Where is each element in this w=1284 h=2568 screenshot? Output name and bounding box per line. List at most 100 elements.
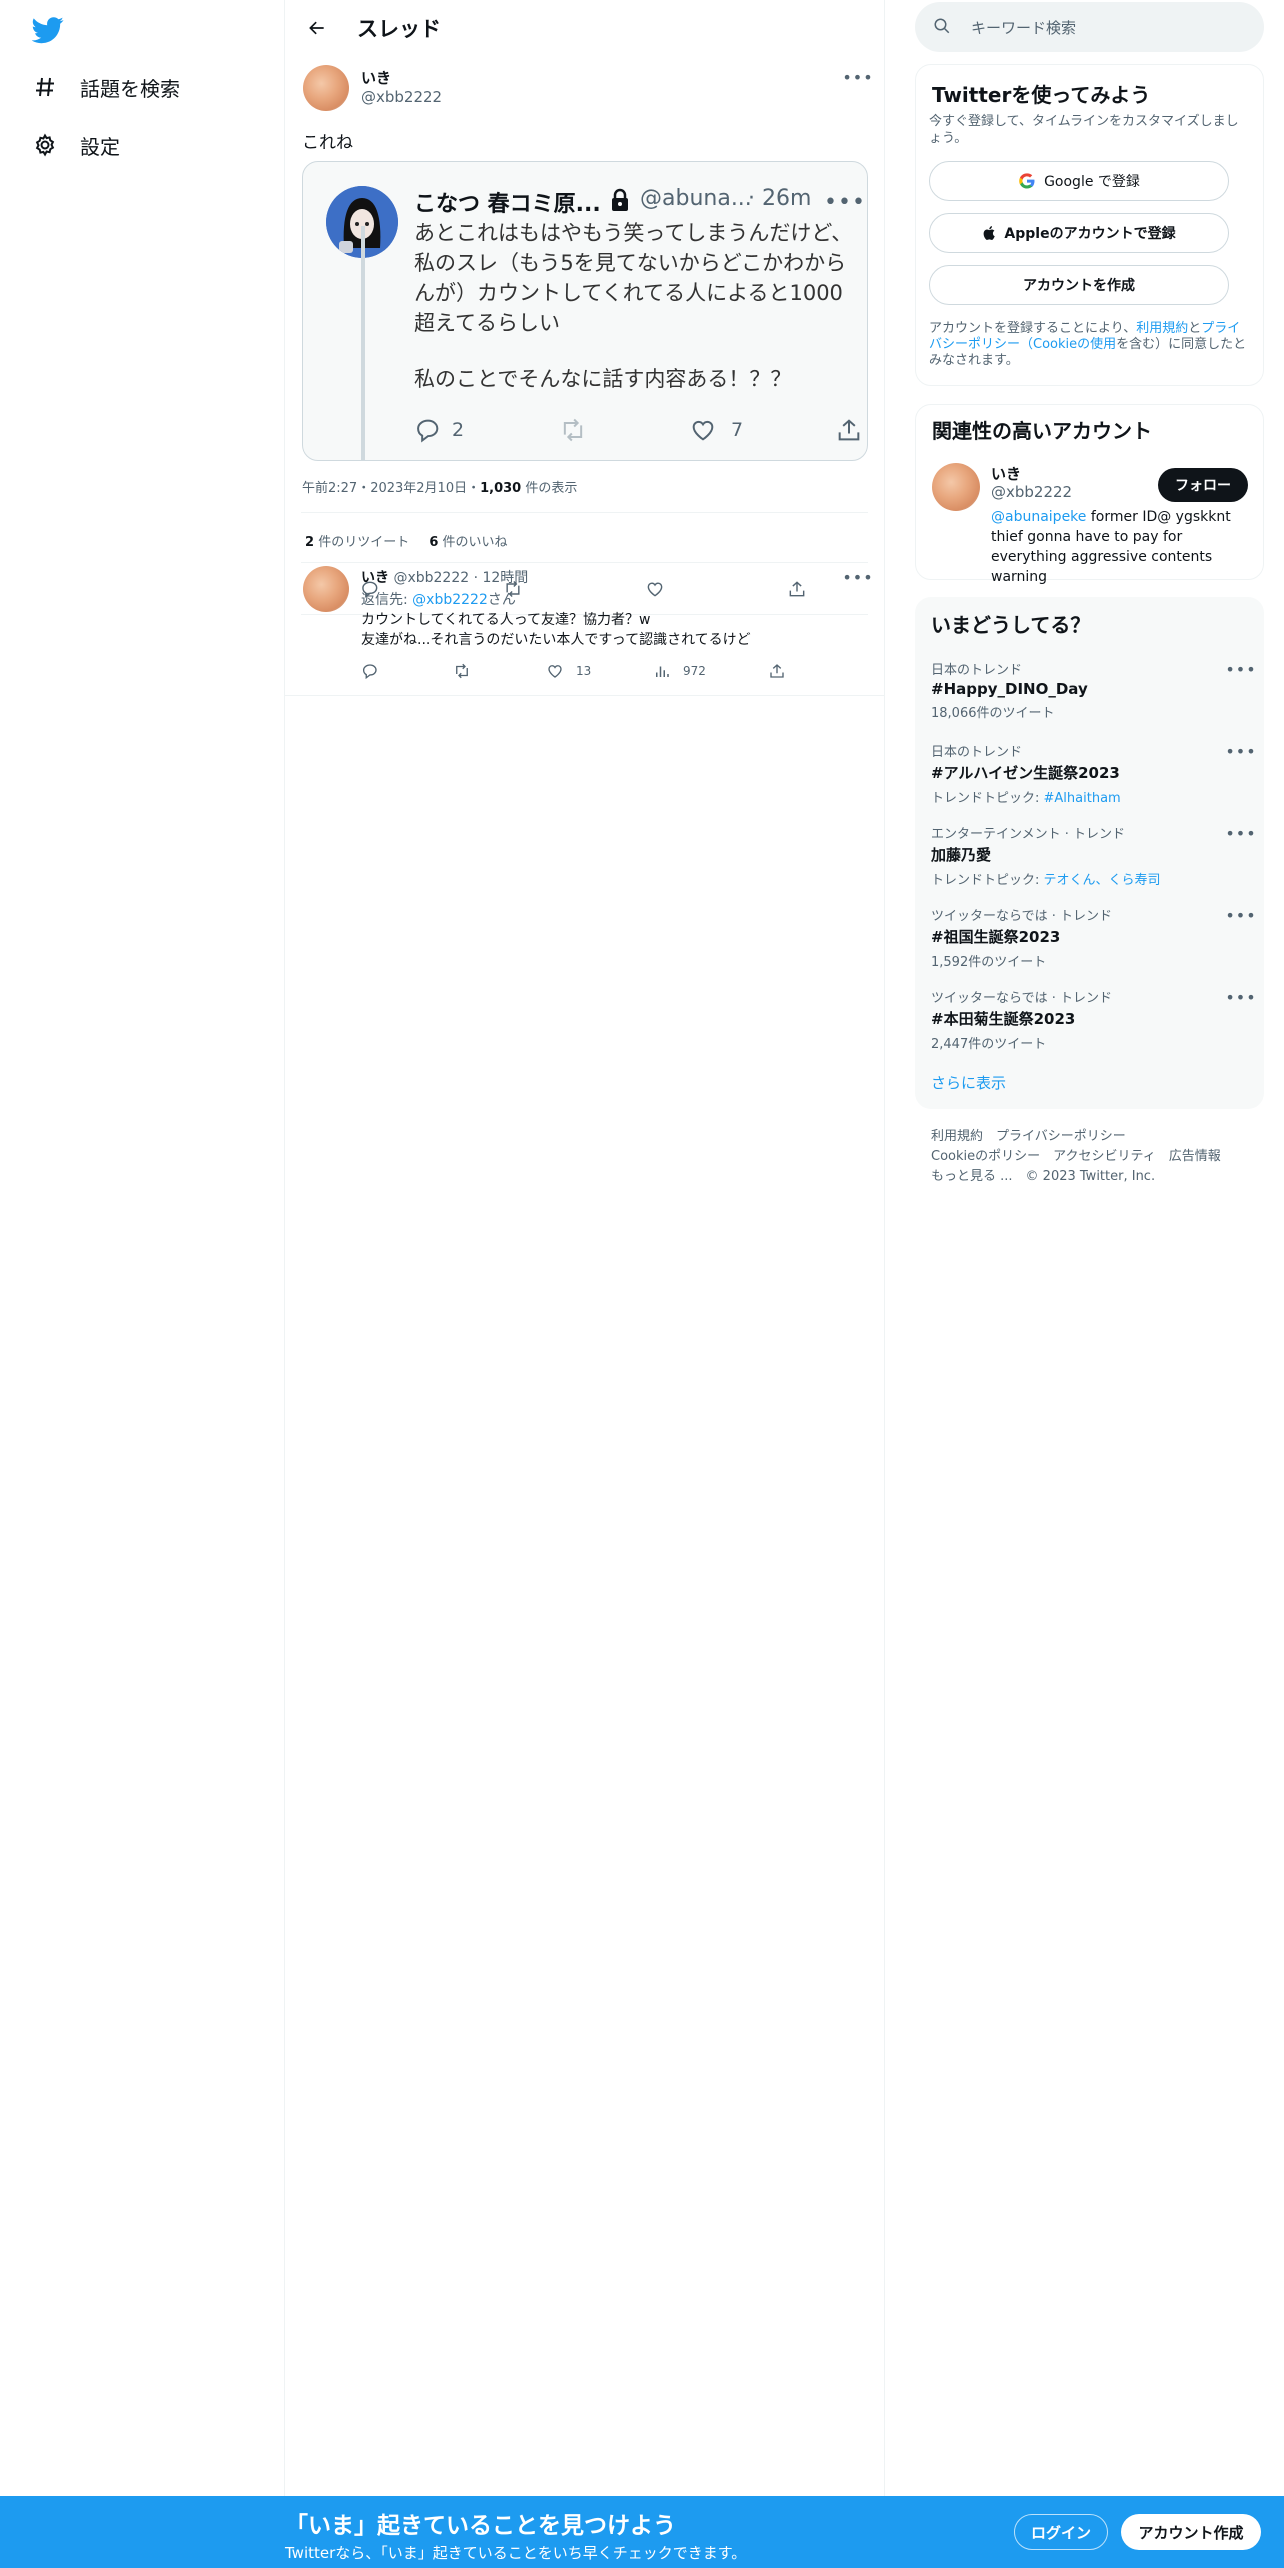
retweets-link[interactable]: 2 件のリツイート [305,535,409,550]
tweet-share-button[interactable] [787,579,807,599]
google-icon [1018,172,1036,190]
quoted-tweet[interactable]: こなつ 春コミ原... @abuna... · 26m ••• あとこれはもはや… [302,161,868,461]
follow-button[interactable]: フォロー [1158,468,1248,502]
trend-item[interactable]: エンターテインメント · トレンド 加藤乃愛 トレンドトピック: テオくん、くら… [931,823,1251,888]
back-button[interactable] [301,12,333,44]
left-nav: 話題を検索 設定 [0,0,285,2568]
reply-time[interactable]: · 12時間 [474,570,529,586]
tweet-author-handle[interactable]: @xbb2222 [361,88,442,106]
tweet-views: 1,030 [480,481,522,496]
quoted-time[interactable]: · 26m [748,186,811,211]
terms-text-b: と [1188,321,1202,336]
reply-share-button[interactable] [768,662,786,680]
quoted-more-icon[interactable]: ••• [824,190,865,215]
quoted-author-handle[interactable]: @abuna... [640,186,752,211]
likes-link[interactable]: 6 件のいいね [429,535,507,550]
follow-label: フォロー [1175,478,1231,494]
reply-avatar[interactable] [303,566,349,612]
signup-terms: アカウントを登録することにより、利用規約とプライバシーポリシー（Cookieの使… [929,321,1251,369]
login-label: ログイン [1030,2523,1091,2542]
share-icon [787,579,807,599]
footer-more-link[interactable]: もっと見る ... [931,1169,1013,1184]
trend-item[interactable]: 日本のトレンド #Happy_DINO_Day 18,066件のツイート [931,659,1251,721]
related-handle[interactable]: @xbb2222 [991,483,1072,501]
heart-icon [689,416,717,444]
tweet-like-button[interactable] [645,579,665,599]
hashtag-icon [32,74,58,100]
retweet-label: 件のリツイート [318,535,410,550]
trend-item[interactable]: 日本のトレンド #アルハイゼン生誕祭2023 トレンドトピック: #Alhait… [931,741,1251,806]
retweet-count: 2 [305,535,315,550]
footer-line-3: もっと見る ... © 2023 Twitter, Inc. [931,1165,1155,1184]
apple-signup-label: Appleのアカウントで登録 [1004,226,1176,242]
reply-like-button[interactable]: 13 [546,662,591,680]
quoted-retweet-button[interactable] [559,416,587,444]
heart-icon [645,579,665,599]
trend-name: #本田菊生誕祭2023 [931,1010,1076,1028]
trend-item[interactable]: ツイッターならでは · トレンド #祖国生誕祭2023 1,592件のツイート [931,905,1251,970]
trend-more-icon[interactable]: ••• [1225,823,1255,843]
trend-more-icon[interactable]: ••• [1225,905,1255,925]
lock-icon [609,188,631,212]
reply-header: いき @xbb2222 · 12時間 [361,567,528,587]
nav-settings-label: 設定 [80,134,120,159]
trend-count: 18,066件のツイート [931,706,1055,721]
google-signup-button[interactable]: Google で登録 [929,161,1229,201]
trend-more-icon[interactable]: ••• [1225,987,1255,1007]
show-more-link[interactable]: さらに表示 [931,1072,1006,1093]
bottom-signup-banner: 「いま」起きていることを見つけよう Twitterなら、「いま」起きていることを… [0,2496,1284,2568]
related-accounts-card: 関連性の高いアカウント いき @xbb2222 フォロー @abunaipeke… [915,404,1264,585]
apple-signup-button[interactable]: Appleのアカウントで登録 [929,213,1229,253]
divider [301,562,868,563]
trend-item[interactable]: ツイッターならでは · トレンド #本田菊生誕祭2023 2,447件のツイート [931,987,1251,1052]
gear-icon [32,132,58,158]
create-account-button[interactable]: アカウントを作成 [929,265,1229,305]
trend-more-icon[interactable]: ••• [1225,741,1255,761]
search-input[interactable]: キーワード検索 [971,17,1076,38]
tweet-stats-row: 2 件のリツイート 6 件のいいね [305,531,508,550]
reply-author-name[interactable]: いき [361,570,389,586]
footer-links-2[interactable]: Cookieのポリシー アクセシビリティ 広告情報 [931,1145,1221,1164]
tweet-timestamp-row[interactable]: 午前2:27・2023年2月10日・1,030 件の表示 [302,477,577,496]
quoted-share-button[interactable] [835,416,863,444]
bio-mention-link[interactable]: @abunaipeke [991,509,1086,525]
signup-subtitle: 今すぐ登録して、タイムラインをカスタマイズしましょう。 [929,114,1239,146]
related-avatar[interactable] [932,463,980,511]
reply-more-icon[interactable]: ••• [842,567,872,587]
nav-settings[interactable]: 設定 [32,123,120,167]
trend-category: エンターテインメント · トレンド [931,827,1126,842]
reply-to-prefix: 返信先: [361,592,408,608]
quoted-text-2: 私のことでそんなに話す内容ある！？？ [414,367,792,391]
divider [301,512,868,513]
tweet-more-icon[interactable]: ••• [842,67,872,87]
reply-author-handle[interactable]: @xbb2222 [393,570,469,586]
trend-more-icon[interactable]: ••• [1225,659,1255,679]
twitter-logo-icon[interactable] [32,14,64,46]
related-title: 関連性の高いアカウント [932,419,1152,443]
tweet-author-name[interactable]: いき [361,67,391,88]
reply-reply-button[interactable] [361,662,379,680]
reply-retweet-button[interactable] [453,662,471,680]
trend-category: ツイッターならでは · トレンド [931,991,1113,1006]
trend-name: #祖国生誕祭2023 [931,928,1061,946]
quoted-like-button[interactable]: 7 [689,416,743,444]
search-box[interactable]: キーワード検索 [915,2,1264,52]
terms-link[interactable]: 利用規約 [1136,321,1188,336]
reply-views-button[interactable]: 972 [653,662,706,680]
trend-topic-link[interactable]: テオくん、くら寿司 [1044,873,1161,888]
trend-topic-link[interactable]: #Alhaitham [1044,791,1121,806]
quoted-author-name[interactable]: こなつ 春コミ原... [414,186,601,218]
login-button[interactable]: ログイン [1014,2514,1108,2550]
related-name[interactable]: いき [991,463,1021,484]
nav-explore[interactable]: 話題を検索 [32,65,180,109]
divider [285,695,885,696]
banner-signup-button[interactable]: アカウント作成 [1121,2514,1261,2550]
page-title: スレッド [357,17,441,41]
tweet-avatar[interactable] [303,65,349,111]
quoted-reply-button[interactable]: 2 [414,416,464,444]
bar-chart-icon [653,662,671,680]
reply-to-handle[interactable]: @xbb2222 [412,592,488,608]
quoted-thread-line [361,226,365,460]
like-count: 6 [429,535,439,550]
footer-links-1[interactable]: 利用規約 プライバシーポリシー [931,1125,1126,1144]
